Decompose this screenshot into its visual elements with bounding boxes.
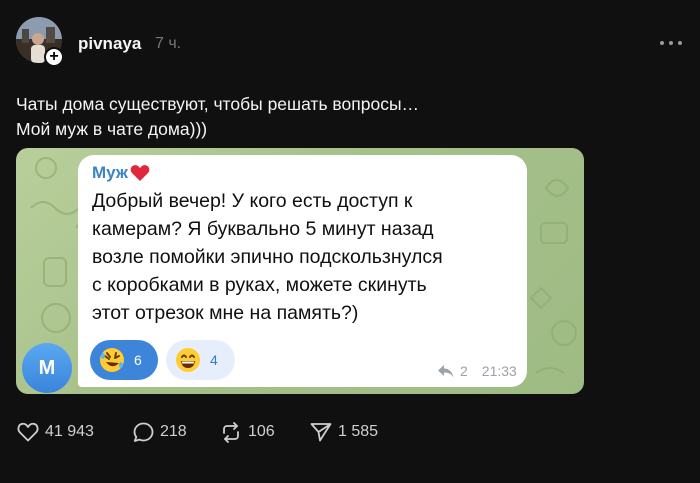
repost-button[interactable]: 106 bbox=[220, 421, 275, 443]
message-line: камерам? Я буквально 5 минут назад bbox=[92, 218, 434, 240]
red-heart-icon bbox=[130, 165, 150, 181]
share-count: 1 585 bbox=[338, 423, 379, 440]
comment-count: 218 bbox=[160, 423, 187, 440]
message-timestamp: 21:33 bbox=[481, 363, 517, 379]
grinning-face-icon bbox=[176, 348, 200, 372]
post-time: 7 ч. bbox=[155, 35, 182, 52]
message-meta: 2 21:33 bbox=[438, 363, 517, 379]
reaction-grinning: 4 bbox=[166, 340, 235, 380]
rolling-on-floor-laughing-icon bbox=[100, 348, 124, 372]
heart-icon bbox=[17, 422, 39, 442]
share-button[interactable]: 1 585 bbox=[310, 421, 378, 443]
reaction-laughing: 6 bbox=[90, 340, 158, 380]
sender-label: Муж bbox=[92, 163, 128, 182]
like-count: 41 943 bbox=[45, 423, 94, 440]
reply-arrow-icon bbox=[438, 364, 454, 377]
repost-icon bbox=[223, 421, 239, 443]
sender-name: Муж bbox=[92, 163, 150, 183]
message-line: этот отрезок мне на память?) bbox=[92, 302, 359, 324]
caption-line: Мой муж в чате дома))) bbox=[16, 119, 208, 139]
caption-line: Чаты дома существуют, чтобы решать вопро… bbox=[16, 94, 420, 114]
reaction-count: 6 bbox=[134, 352, 142, 368]
message-line: с коробками в руках, можете скинуть bbox=[92, 274, 427, 296]
like-button[interactable]: 41 943 bbox=[17, 421, 94, 443]
chat-avatar: M bbox=[22, 343, 72, 393]
post-caption: Чаты дома существуют, чтобы решать вопро… bbox=[16, 92, 419, 142]
thread-post: + pivnaya 7 ч. Чаты дома существуют, что… bbox=[0, 0, 700, 483]
reply-count: 2 bbox=[460, 363, 468, 379]
comment-button[interactable]: 218 bbox=[133, 421, 187, 443]
comment-icon bbox=[133, 422, 154, 442]
more-options-icon[interactable] bbox=[660, 36, 682, 50]
follow-plus-icon[interactable]: + bbox=[44, 47, 64, 67]
reaction-count: 4 bbox=[210, 352, 218, 368]
profile-avatar[interactable]: + bbox=[16, 17, 64, 67]
username[interactable]: pivnaya bbox=[78, 34, 141, 54]
message-line: возле помойки эпично подскользнулся bbox=[92, 246, 443, 268]
message-text: Добрый вечер! У кого есть доступ к камер… bbox=[92, 187, 443, 327]
send-icon bbox=[310, 423, 332, 442]
message-line: Добрый вечер! У кого есть доступ к bbox=[92, 190, 413, 212]
repost-count: 106 bbox=[248, 423, 275, 440]
